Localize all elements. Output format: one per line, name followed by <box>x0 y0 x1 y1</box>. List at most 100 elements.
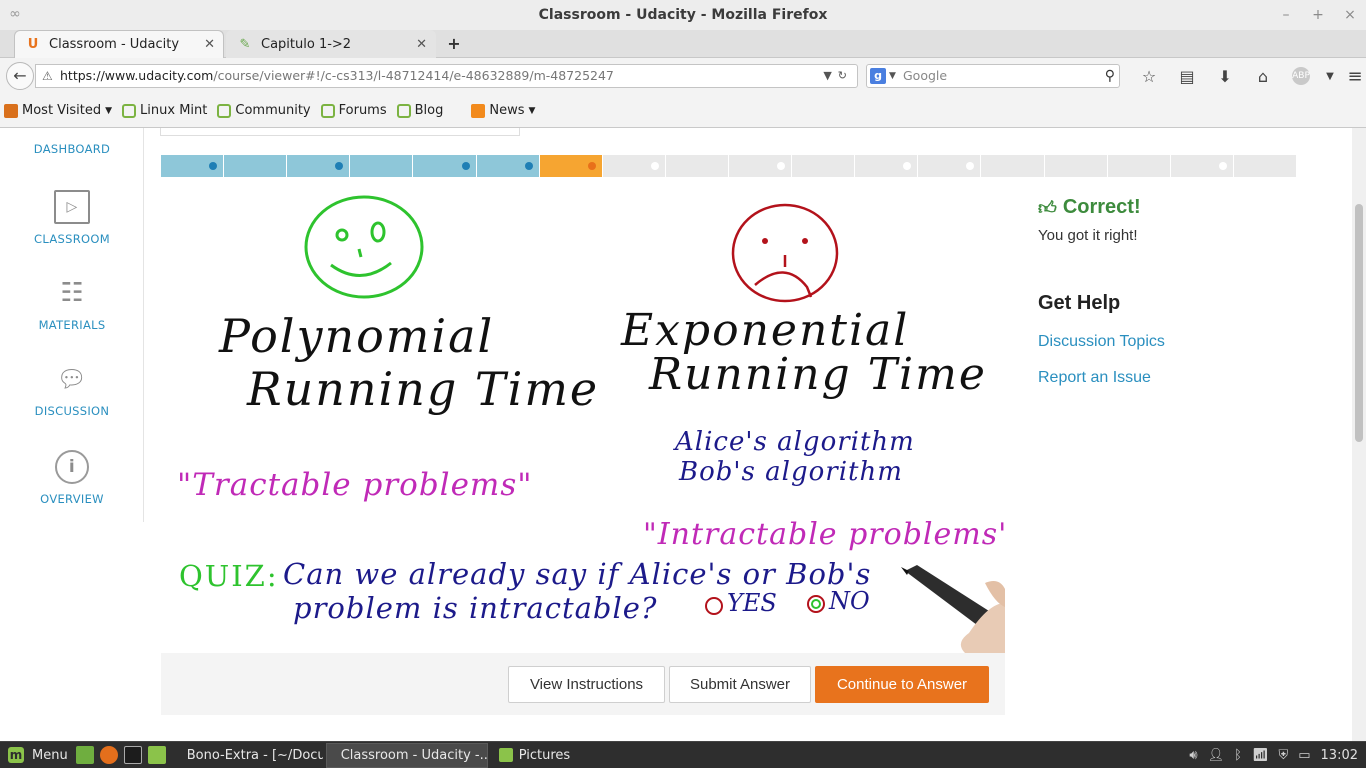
url-dropdown-reload-icons[interactable]: ▼↻ <box>823 65 853 87</box>
files-launcher-icon[interactable] <box>147 746 166 764</box>
polynomial-heading: Polynomial <box>219 309 495 363</box>
lesson-video[interactable]: Polynomial Running Time Exponential Runn… <box>161 177 1005 653</box>
progress-segment-done[interactable] <box>224 155 288 177</box>
progress-segment-done[interactable] <box>287 155 351 177</box>
minimize-button[interactable]: – <box>1280 0 1292 30</box>
new-tab-button[interactable]: + <box>445 34 463 54</box>
tab-capitulo[interactable]: ✎ Capitulo 1->2 ✕ <box>226 30 436 58</box>
progress-segment-done[interactable] <box>476 155 540 177</box>
system-tray: 🔊︎ 👤︎ ᛒ 📶︎ ⛨ ▭ 13:02 <box>1189 742 1358 769</box>
sidebar-item-overview[interactable]: i OVERVIEW <box>0 450 144 506</box>
reading-list-icon[interactable]: ▤ <box>1168 67 1206 86</box>
progress-segment-todo[interactable] <box>1233 155 1297 177</box>
close-tab-icon[interactable]: ✕ <box>416 37 427 52</box>
chevron-down-icon: ▼ <box>528 105 536 116</box>
sidebar-item-dashboard[interactable]: DASHBOARD <box>0 142 144 156</box>
chevron-down-icon[interactable]: ▼ <box>1320 71 1340 82</box>
firefox-launcher-icon[interactable] <box>99 746 118 764</box>
progress-dot <box>335 162 344 170</box>
view-instructions-button[interactable]: View Instructions <box>508 666 665 703</box>
tractable-text: "Tractable problems" <box>177 467 533 503</box>
terminal-launcher-icon[interactable] <box>123 746 142 764</box>
taskbar-item-pictures[interactable]: Pictures <box>490 743 610 768</box>
progress-segment-todo[interactable] <box>665 155 729 177</box>
volume-icon[interactable]: 🔊︎ <box>1189 748 1197 763</box>
bookmark-most-visited[interactable]: Most Visited ▼ <box>4 103 112 118</box>
progress-dot <box>777 162 786 170</box>
bookmark-linux-mint[interactable]: Linux Mint <box>122 103 207 118</box>
progress-segment-todo[interactable] <box>602 155 666 177</box>
wifi-icon[interactable]: 📶︎ <box>1252 748 1269 763</box>
search-icon[interactable]: ⚲ <box>1105 65 1115 87</box>
quiz-label: QUIZ: <box>179 559 279 593</box>
page-scrollbar[interactable] <box>1352 128 1366 741</box>
shield-icon[interactable]: ⛨ <box>1278 748 1288 763</box>
report-issue-link[interactable]: Report an Issue <box>1038 369 1338 387</box>
bookmark-news[interactable]: News ▼ <box>471 103 535 118</box>
exponential-subheading: Running Time <box>649 349 987 400</box>
close-tab-icon[interactable]: ✕ <box>204 37 215 52</box>
site-warning-icon[interactable]: ⚠ <box>42 65 53 87</box>
tab-label: Classroom - Udacity <box>49 37 180 52</box>
progress-segment-done[interactable] <box>161 155 225 177</box>
progress-segment-done[interactable] <box>413 155 477 177</box>
progress-segment-todo[interactable] <box>792 155 856 177</box>
user-icon[interactable]: 👤︎ <box>1208 748 1225 763</box>
clock[interactable]: 13:02 <box>1321 748 1358 763</box>
progress-segment-todo[interactable] <box>1170 155 1234 177</box>
progress-segment-todo[interactable] <box>855 155 919 177</box>
hamburger-menu-icon[interactable]: ≡ <box>1340 66 1366 87</box>
linux-mint-icon <box>396 103 411 118</box>
google-engine-icon[interactable]: g <box>870 68 886 84</box>
submit-answer-button[interactable]: Submit Answer <box>669 666 811 703</box>
start-menu-button[interactable]: m Menu <box>0 747 76 763</box>
download-icon[interactable]: ⬇ <box>1206 67 1244 86</box>
url-bar[interactable]: ⚠ https://www.udacity.com/course/viewer#… <box>35 64 858 88</box>
chevron-down-icon[interactable]: ▼ <box>889 65 896 87</box>
progress-segment-todo[interactable] <box>728 155 793 177</box>
continue-to-answer-button[interactable]: Continue to Answer <box>815 666 989 703</box>
progress-segment-todo[interactable] <box>981 155 1045 177</box>
sad-face-icon <box>731 203 839 303</box>
progress-segment-todo[interactable] <box>1044 155 1108 177</box>
progress-segment-todo[interactable] <box>918 155 982 177</box>
bookmark-blog[interactable]: Blog <box>396 103 443 118</box>
bookmark-forums[interactable]: Forums <box>320 103 387 118</box>
feedback-title: Correct! <box>1062 196 1141 218</box>
progress-segment-todo[interactable] <box>1107 155 1171 177</box>
battery-icon[interactable]: ▭ <box>1298 748 1310 763</box>
adblock-icon[interactable]: ABP <box>1292 67 1310 85</box>
search-bar[interactable]: g ▼ Google ⚲ <box>866 64 1120 88</box>
close-window-button[interactable]: × <box>1344 0 1356 30</box>
bookmark-star-icon[interactable]: ☆ <box>1130 67 1168 86</box>
chat-bubbles-icon: 💬︎ <box>56 365 88 393</box>
discussion-topics-link[interactable]: Discussion Topics <box>1038 333 1338 351</box>
taskbar-item-bono-extra[interactable]: Bono-Extra - [~/Docu... <box>172 743 324 768</box>
back-button[interactable]: ← <box>6 62 34 90</box>
maximize-button[interactable]: + <box>1312 0 1324 30</box>
progress-segment-done[interactable] <box>350 155 414 177</box>
progress-segment-current[interactable] <box>539 155 603 177</box>
home-icon[interactable]: ⌂ <box>1244 67 1282 86</box>
sidebar-item-materials[interactable]: ☷ MATERIALS <box>0 276 144 332</box>
quiz-option-no-radio[interactable] <box>807 595 825 613</box>
sidebar-item-discussion[interactable]: 💬︎ DISCUSSION <box>0 362 144 418</box>
progress-dot <box>650 162 659 170</box>
progress-dot <box>209 162 218 170</box>
linux-mint-icon <box>217 103 232 118</box>
rss-icon <box>471 103 486 118</box>
window-menu-icon[interactable]: ∞ <box>6 7 24 21</box>
navigation-toolbar: ← ⚠ https://www.udacity.com/course/viewe… <box>0 58 1366 94</box>
bluetooth-icon[interactable]: ᛒ <box>1234 748 1242 763</box>
sidebar-item-classroom[interactable]: ▷ CLASSROOM <box>0 190 144 246</box>
quick-launch <box>75 746 166 764</box>
quiz-option-yes-radio[interactable] <box>705 597 723 615</box>
bob-algorithm-text: Bob's algorithm <box>679 457 903 487</box>
info-icon: i <box>55 450 89 484</box>
scrollbar-thumb[interactable] <box>1355 204 1363 442</box>
taskbar-item-classroom[interactable]: Classroom - Udacity -... <box>325 742 488 768</box>
url-path: /course/viewer#!/c-cs313/l-48712414/e-48… <box>213 68 614 83</box>
bookmark-community[interactable]: Community <box>217 103 311 118</box>
show-desktop-icon[interactable] <box>75 746 94 764</box>
tab-classroom-udacity[interactable]: U Classroom - Udacity ✕ <box>14 30 224 58</box>
